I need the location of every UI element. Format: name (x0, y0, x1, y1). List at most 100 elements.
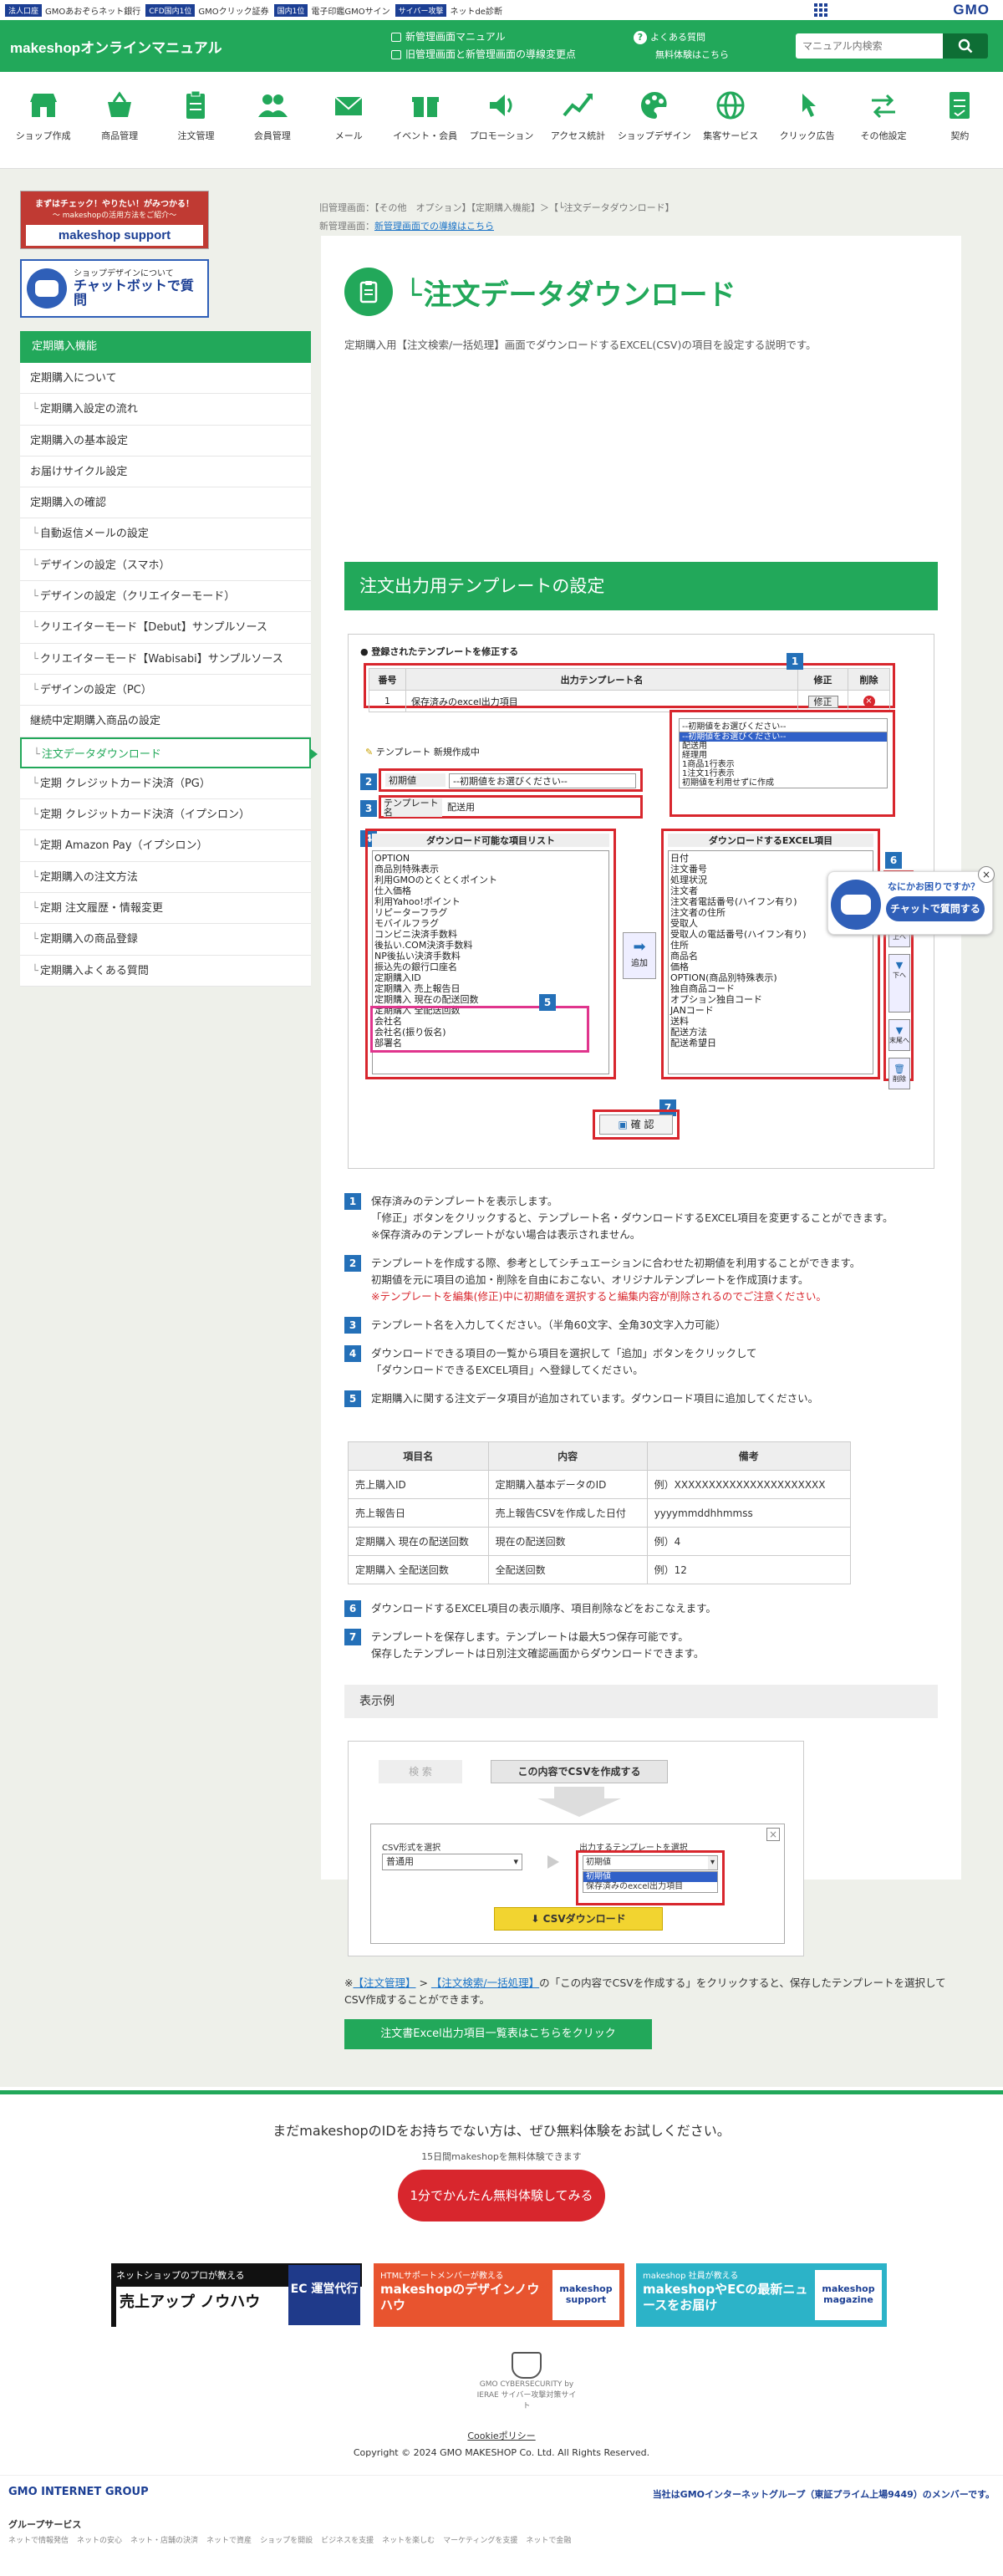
gmo-logo[interactable]: GMO (953, 2, 990, 18)
list-item[interactable]: JANコード (670, 1005, 871, 1016)
dropdown-option[interactable]: 配送用 (680, 742, 887, 751)
nav-item[interactable]: アクセス統計 (540, 89, 616, 168)
list-item[interactable]: NP後払い決済手数料 (374, 951, 607, 962)
list-item[interactable]: OPTION(商品別特殊表示) (670, 972, 871, 983)
list-item[interactable]: 後払い.COM決済手数料 (374, 940, 607, 951)
gmo-group-logo[interactable]: GMO INTERNET GROUP (8, 2486, 149, 2498)
list-item[interactable]: リピーターフラグ (374, 907, 607, 918)
nav-item[interactable]: 集客サービス (693, 89, 769, 168)
sidebar-item[interactable]: 定期購入設定の流れ (20, 394, 311, 426)
dropdown-option[interactable]: 初期値を利用せずに作成 (680, 778, 887, 788)
sidebar-item[interactable]: 定期購入について (20, 363, 311, 395)
sidebar-item[interactable]: 定期購入の注文方法 (20, 862, 311, 894)
dropdown-option[interactable]: 初期値 (583, 1872, 717, 1882)
sidebar-item[interactable]: 定期 クレジットカード決済（イプシロン） (20, 799, 311, 831)
list-item[interactable]: 定期購入 売上報告日 (374, 983, 607, 994)
list-item[interactable]: 利用GMOのとくとくポイント (374, 875, 607, 885)
sidebar-item[interactable]: 定期 クレジットカード決済（PG） (20, 768, 311, 800)
sidebar-item[interactable]: 自動返信メールの設定 (20, 518, 311, 550)
order-search-link[interactable]: 【注文検索/一括処理】 (431, 1977, 539, 1989)
close-icon[interactable]: × (978, 866, 995, 883)
list-item[interactable]: 商品名 (670, 951, 871, 962)
order-button[interactable]: 🗑 削除 (888, 1058, 910, 1089)
list-item[interactable]: 送料 (670, 1016, 871, 1027)
confirm-button[interactable]: ▣ 確 認 (599, 1115, 673, 1135)
list-item[interactable]: 仕入価格 (374, 885, 607, 896)
sidebar-item[interactable]: お届けサイクル設定 (20, 457, 311, 488)
faq-link[interactable]: よくある質問 (650, 28, 705, 46)
delete-icon[interactable]: × (863, 696, 875, 707)
list-item[interactable]: 商品別特殊表示 (374, 864, 607, 875)
init-dropdown[interactable]: --初期値をお選びください-- (679, 718, 888, 732)
group-link[interactable]: ネットで情報発信 (8, 2534, 69, 2545)
init-select[interactable]: --初期値をお選びください-- (449, 773, 636, 788)
template-name-input[interactable]: 配送用 (447, 800, 475, 814)
sidebar-item[interactable]: 定期購入の基本設定 (20, 426, 311, 457)
gmo-service-link[interactable]: サイバー攻撃 ネットde診断 (395, 3, 502, 17)
list-item[interactable]: 振込先の銀行口座名 (374, 962, 607, 972)
order-button[interactable]: ▼ 下へ (888, 954, 910, 1013)
gmo-service-link[interactable]: 国内1位 電子印鑑GMOサイン (273, 3, 390, 17)
list-item[interactable]: モバイルフラグ (374, 918, 607, 929)
list-item[interactable]: 定期購入 現在の配送回数 (374, 994, 607, 1005)
sidebar-item[interactable]: 定期購入の確認 (20, 487, 311, 519)
sidebar-item[interactable]: デザインの設定（PC） (20, 675, 311, 706)
sidebar-item[interactable]: デザインの設定（スマホ） (20, 550, 311, 582)
nav-item[interactable]: ショップ作成 (5, 89, 81, 168)
list-item[interactable]: 定期購入ID (374, 972, 607, 983)
nav-item[interactable]: 注文管理 (158, 89, 234, 168)
group-link[interactable]: ネット・店舗の決済 (130, 2534, 198, 2545)
nav-item[interactable]: 契約 (922, 89, 998, 168)
dropdown-option[interactable]: 保存済みのexcel出力項目 (583, 1882, 717, 1892)
group-link[interactable]: ネットで金融 (526, 2534, 571, 2545)
edit-button[interactable]: 修正 (807, 695, 838, 708)
list-item[interactable]: コンビニ決済手数料 (374, 929, 607, 940)
group-link[interactable]: ショップを開設 (260, 2534, 313, 2545)
chat-button[interactable]: チャットで質問する (886, 896, 985, 921)
list-item[interactable]: 価格 (670, 962, 871, 972)
list-item[interactable]: 配送方法 (670, 1027, 871, 1038)
csv-format-select[interactable]: 普通用 ▾ (382, 1854, 522, 1870)
dropdown-option[interactable]: --初期値をお選びください-- (680, 732, 887, 742)
group-link[interactable]: マーケティングを支援 (443, 2534, 517, 2545)
breadcrumb-new-link[interactable]: 新管理画面での導線はこちら (374, 221, 494, 232)
cybersecurity-badge[interactable]: GMO CYBERSECURITY by IERAE サイバー攻撃対策サイト (476, 2352, 577, 2410)
support-banner[interactable]: まずはチェック！やりたい！がみつかる！ ～ makeshopの活用方法をご紹介～… (20, 191, 209, 249)
nav-item[interactable]: クリック広告 (769, 89, 845, 168)
sidebar-item[interactable]: 定期 注文履歴・情報変更 (20, 893, 311, 925)
gmo-service-link[interactable]: CFD国内1位 GMOクリック証券 (145, 3, 269, 17)
list-item[interactable]: 利用Yahoo!ポイント (374, 896, 607, 907)
new-admin-manual-link[interactable]: 新管理画面マニュアル (405, 28, 506, 46)
sidebar-item[interactable]: デザインの設定（クリエイターモード） (20, 581, 311, 613)
sidebar-item[interactable]: 注文データダウンロード (20, 737, 318, 768)
add-button[interactable]: ➡ 追加 (623, 932, 656, 979)
nav-item[interactable]: メール (311, 89, 387, 168)
trial-link[interactable]: 無料体験はこちら (634, 49, 729, 60)
nav-item[interactable]: 商品管理 (81, 89, 157, 168)
dropdown-option[interactable]: 1商品1行表示 (680, 760, 887, 769)
sidebar-item[interactable]: クリエイターモード【Debut】サンプルソース (20, 612, 311, 644)
list-item[interactable]: オプション独自コード (670, 994, 871, 1005)
list-item[interactable]: 配送希望日 (670, 1038, 871, 1048)
design-knowhow-banner[interactable]: HTMLサポートメンバーが教える makeshopのデザインノウハウ makes… (374, 2263, 624, 2327)
nav-item[interactable]: イベント・会員 (387, 89, 463, 168)
search-button[interactable] (943, 33, 988, 59)
nav-item[interactable]: 会員管理 (234, 89, 310, 168)
csv-create-button[interactable]: この内容でCSVを作成する (491, 1760, 668, 1783)
nav-item[interactable]: ショップデザイン (616, 89, 692, 168)
sidebar-item[interactable]: 定期 Amazon Pay（イプシロン） (20, 830, 311, 862)
group-link[interactable]: ネットを楽しむ (382, 2534, 435, 2545)
list-item[interactable]: 日付 (670, 853, 871, 864)
news-banner[interactable]: makeshop 社員が教える makeshopやECの最新ニュースをお届け m… (636, 2263, 887, 2327)
list-item[interactable]: 独自商品コード (670, 983, 871, 994)
order-management-link[interactable]: 【注文管理】 (353, 1977, 415, 1989)
group-link[interactable]: ビジネスを支援 (321, 2534, 374, 2545)
group-link[interactable]: ネットで資産 (206, 2534, 252, 2545)
sidebar-item[interactable]: 継続中定期購入商品の設定 (20, 706, 311, 737)
admin-change-link[interactable]: 旧管理画面と新管理画面の導線変更点 (405, 46, 576, 64)
ec-knowhow-banner[interactable]: ネットショップのプロが教える 売上アップ ノウハウ EC 運営代行 (111, 2263, 367, 2350)
list-item[interactable]: 住所 (670, 940, 871, 951)
trial-cta-button[interactable]: 1分でかんたん無料体験してみる (398, 2170, 605, 2221)
chatbot-banner[interactable]: ショップデザインについて チャットボットで質問 (20, 259, 209, 318)
grid-menu-icon[interactable] (814, 3, 827, 17)
